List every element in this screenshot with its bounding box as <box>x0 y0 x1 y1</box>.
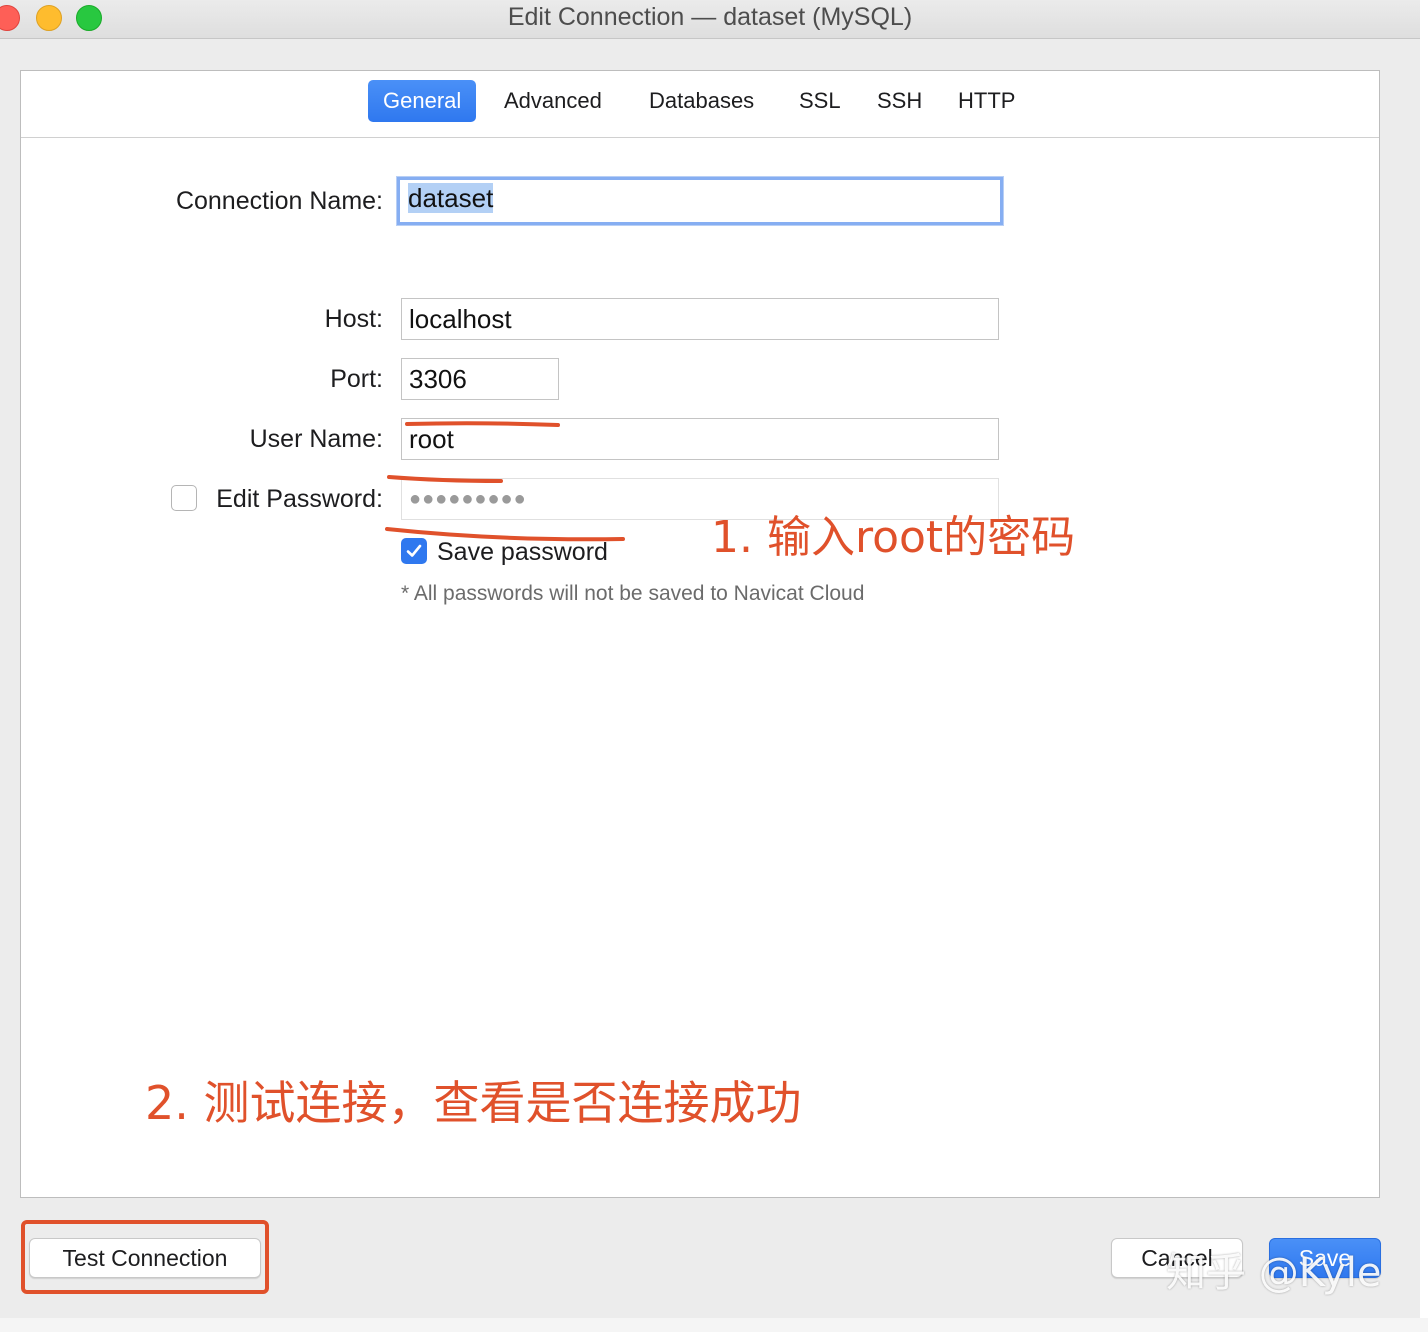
title-bar: Edit Connection — dataset (MySQL) <box>0 0 1420 39</box>
watermark: 知乎 @Kyle <box>1166 1250 1382 1296</box>
annotation-step2: 2. 测试连接，查看是否连接成功 <box>145 1076 802 1130</box>
annotation-underlines <box>385 421 625 542</box>
underline-password-top <box>387 475 503 483</box>
annotation-step1: 1. 输入root的密码 <box>711 512 1076 563</box>
window-title: Edit Connection — dataset (MySQL) <box>507 3 913 31</box>
underline-password-bottom <box>385 527 625 542</box>
underline-username <box>405 421 560 427</box>
test-connection-highlight <box>21 1220 269 1294</box>
edit-connection-window: Edit Connection — dataset (MySQL) Genera… <box>0 0 1421 1319</box>
connection-settings-panel: General Advanced Databases SSL SSH HTTP … <box>20 70 1380 1198</box>
bottom-strip <box>0 1318 1428 1332</box>
background-window-edge <box>1420 0 1428 1332</box>
